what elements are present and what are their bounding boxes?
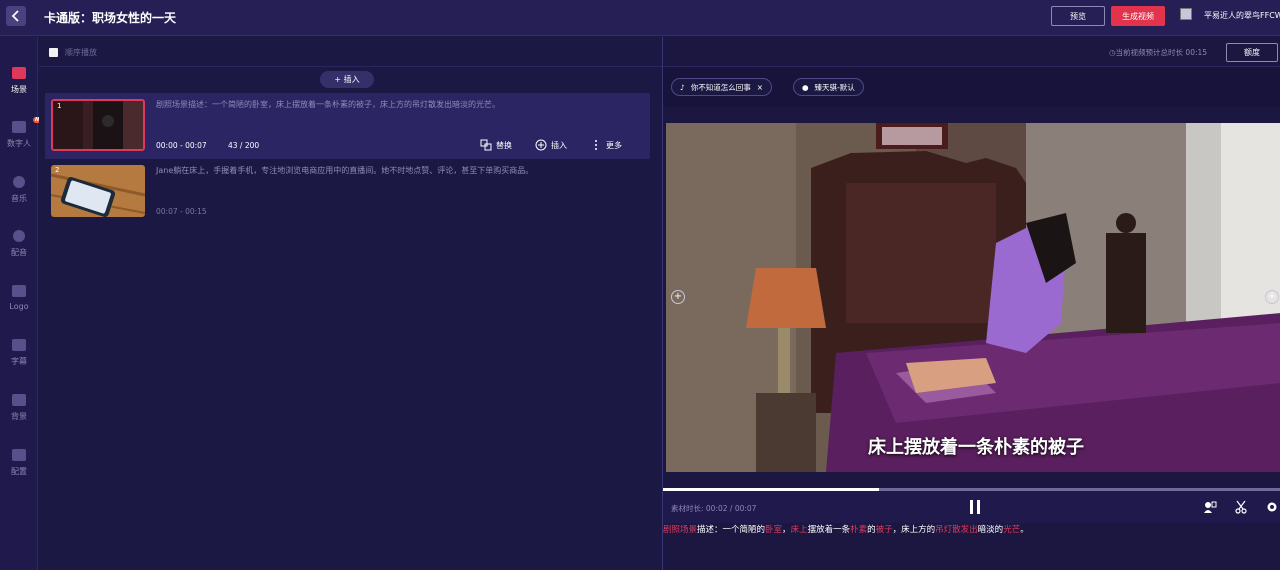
music-chip[interactable]: ♪ 你不知道怎么回事 ×: [671, 78, 773, 96]
replace-icon: [480, 139, 492, 151]
sidebar-item-settings[interactable]: 配置: [0, 447, 38, 491]
caption-segment: 暗淡的: [977, 525, 1004, 535]
sequential-play-label: 顺序播放: [65, 48, 97, 57]
add-right-icon[interactable]: +: [1265, 290, 1279, 304]
caption-keyword: 卧室: [765, 525, 783, 535]
sidebar-item-music[interactable]: 音乐: [0, 174, 38, 218]
scene-description[interactable]: Jane躺在床上，手握着手机，专注地浏览电商应用中的直播间。她不时地点赞、评论，…: [156, 165, 636, 176]
settings-icon: [12, 449, 26, 461]
sidebar-item-label: 配置: [11, 467, 27, 476]
scene-time-range: 00:00 - 00:07: [156, 141, 207, 150]
music-icon: [13, 176, 25, 188]
sidebar-item-dubbing[interactable]: 配音: [0, 228, 38, 272]
caption-segment: ，床上方的: [892, 525, 936, 535]
user-avatar[interactable]: [1180, 8, 1192, 20]
scene-description[interactable]: 剧照场景描述：一个简陋的卧室，床上摆放着一条朴素的被子，床上方的吊灯散发出暗淡的…: [156, 99, 636, 110]
caption-keyword: 吊灯散发出: [935, 525, 978, 535]
insert-scene-button[interactable]: + 插入: [320, 71, 374, 88]
scene-thumbnail[interactable]: 1: [51, 99, 145, 151]
background-icon: [12, 394, 26, 406]
generate-video-button[interactable]: 生成视频: [1111, 6, 1165, 26]
sequential-play-checkbox[interactable]: [49, 48, 58, 57]
sidebar-item-label: 配音: [11, 248, 27, 257]
top-bar: 卡通版：职场女性的一天 预览 生成视频 平易近人的翠鸟FFCW: [0, 0, 1280, 36]
back-button[interactable]: [6, 6, 26, 26]
sidebar-item-logo[interactable]: Logo: [0, 283, 38, 327]
caption-keyword: 被子: [875, 525, 893, 535]
caption-segment: 。: [1020, 525, 1029, 535]
avatar-person-icon: NEW: [12, 117, 51, 133]
more-label: 更多: [606, 140, 622, 150]
scissors-icon[interactable]: [1234, 500, 1248, 514]
caption-keyword: 床上: [790, 525, 808, 535]
subtitle-overlay: 床上摆放着一条朴素的被子: [868, 437, 1084, 458]
sidebar-item-label: Logo: [9, 302, 29, 311]
sidebar: 场景 NEW 数字人 音乐 配音 Logo 字幕 背景 配置: [0, 37, 51, 570]
music-note-icon: ♪: [680, 82, 685, 92]
bedroom-thumbnail-image: [53, 101, 143, 149]
sidebar-item-label: 数字人: [7, 139, 31, 148]
voice-chip-label: 臻天骐-默认: [814, 82, 855, 92]
sidebar-item-scene[interactable]: 场景: [0, 65, 38, 109]
more-button[interactable]: 更多: [590, 139, 622, 151]
sidebar-item-label: 背景: [11, 412, 27, 421]
quota-button[interactable]: 额度: [1226, 43, 1278, 62]
clip-duration: 素材时长: 00:02 / 00:07: [671, 504, 757, 513]
plus-circle-icon: [535, 139, 547, 151]
close-icon[interactable]: ×: [757, 83, 763, 92]
person-frame-icon[interactable]: [1203, 500, 1217, 514]
sidebar-item-subtitle[interactable]: 字幕: [0, 337, 38, 381]
sidebar-item-label: 字幕: [11, 357, 27, 366]
music-chip-label: 你不知道怎么回事: [690, 82, 751, 92]
subtitle-icon: [12, 339, 26, 351]
sidebar-item-digital-human[interactable]: NEW 数字人: [0, 117, 51, 163]
caption-segment: 描述：一个简陋的: [697, 525, 766, 535]
page-title: 卡通版：职场女性的一天: [44, 11, 177, 25]
char-count: 43 / 200: [228, 141, 260, 150]
phone-thumbnail-image: [51, 165, 145, 217]
caption-segment: 摆放着一条: [807, 525, 851, 535]
caption-keyword: 朴素: [850, 525, 868, 535]
insert-button[interactable]: 插入: [535, 139, 567, 151]
scene-thumbnail[interactable]: 2: [51, 165, 145, 217]
microphone-icon: [13, 230, 25, 242]
insert-label: 插入: [551, 140, 567, 150]
video-preview[interactable]: 床上摆放着一条朴素的被子: [666, 123, 1280, 472]
scene-index: 2: [55, 166, 60, 174]
caption-keyword: 剧照场景: [663, 525, 698, 535]
scene-item[interactable]: 1 剧照场景描述：一个简陋的卧室，床上摆放着一条朴素的被子，床上方的吊灯散发出暗…: [45, 93, 650, 159]
logo-image-icon: [12, 285, 26, 297]
add-left-icon[interactable]: +: [671, 290, 685, 304]
sidebar-item-label: 音乐: [11, 194, 27, 203]
divider: [39, 66, 662, 67]
scene-time-range: 00:07 - 00:15: [156, 207, 207, 216]
voice-chip[interactable]: ● 臻天骐-默认: [793, 78, 864, 96]
more-vertical-icon: [595, 140, 597, 150]
scene-item[interactable]: 2 Jane躺在床上，手握着手机，专注地浏览电商应用中的直播间。她不时地点赞、评…: [45, 159, 650, 225]
user-name[interactable]: 平易近人的翠鸟FFCW: [1204, 10, 1280, 21]
sidebar-item-label: 场景: [11, 85, 27, 94]
preview-panel: ◷当前视频预计总时长 00:15 额度 ♪ 你不知道怎么回事 × ● 臻天骐-默…: [662, 37, 1280, 570]
player-controls: 素材时长: 00:02 / 00:07: [663, 491, 1280, 523]
bedroom-video-frame: [666, 123, 1280, 472]
gear-icon[interactable]: [1265, 500, 1279, 514]
caption-text[interactable]: 剧照场景描述：一个简陋的卧室，床上摆放着一条朴素的被子，床上方的吊灯散发出暗淡的…: [663, 523, 1029, 535]
caption-segment: ，: [782, 525, 791, 535]
scene-index: 1: [57, 102, 62, 110]
caption-segment: 的: [867, 525, 876, 535]
caption-keyword: 光芒: [1003, 525, 1021, 535]
preview-button[interactable]: 预览: [1051, 6, 1105, 26]
scene-icon: [12, 67, 26, 79]
chevron-left-icon: [11, 10, 19, 22]
microphone-icon: ●: [802, 82, 809, 92]
replace-label: 替换: [496, 140, 512, 150]
replace-button[interactable]: 替换: [480, 139, 512, 151]
sidebar-item-background[interactable]: 背景: [0, 392, 38, 436]
scene-panel: 顺序播放 + 插入 1 剧照场景描述：一个简陋的卧室，床上摆放着一条朴素的被子，…: [39, 37, 662, 570]
total-duration: ◷当前视频预计总时长 00:15: [1109, 48, 1208, 57]
pause-icon[interactable]: [968, 499, 982, 515]
